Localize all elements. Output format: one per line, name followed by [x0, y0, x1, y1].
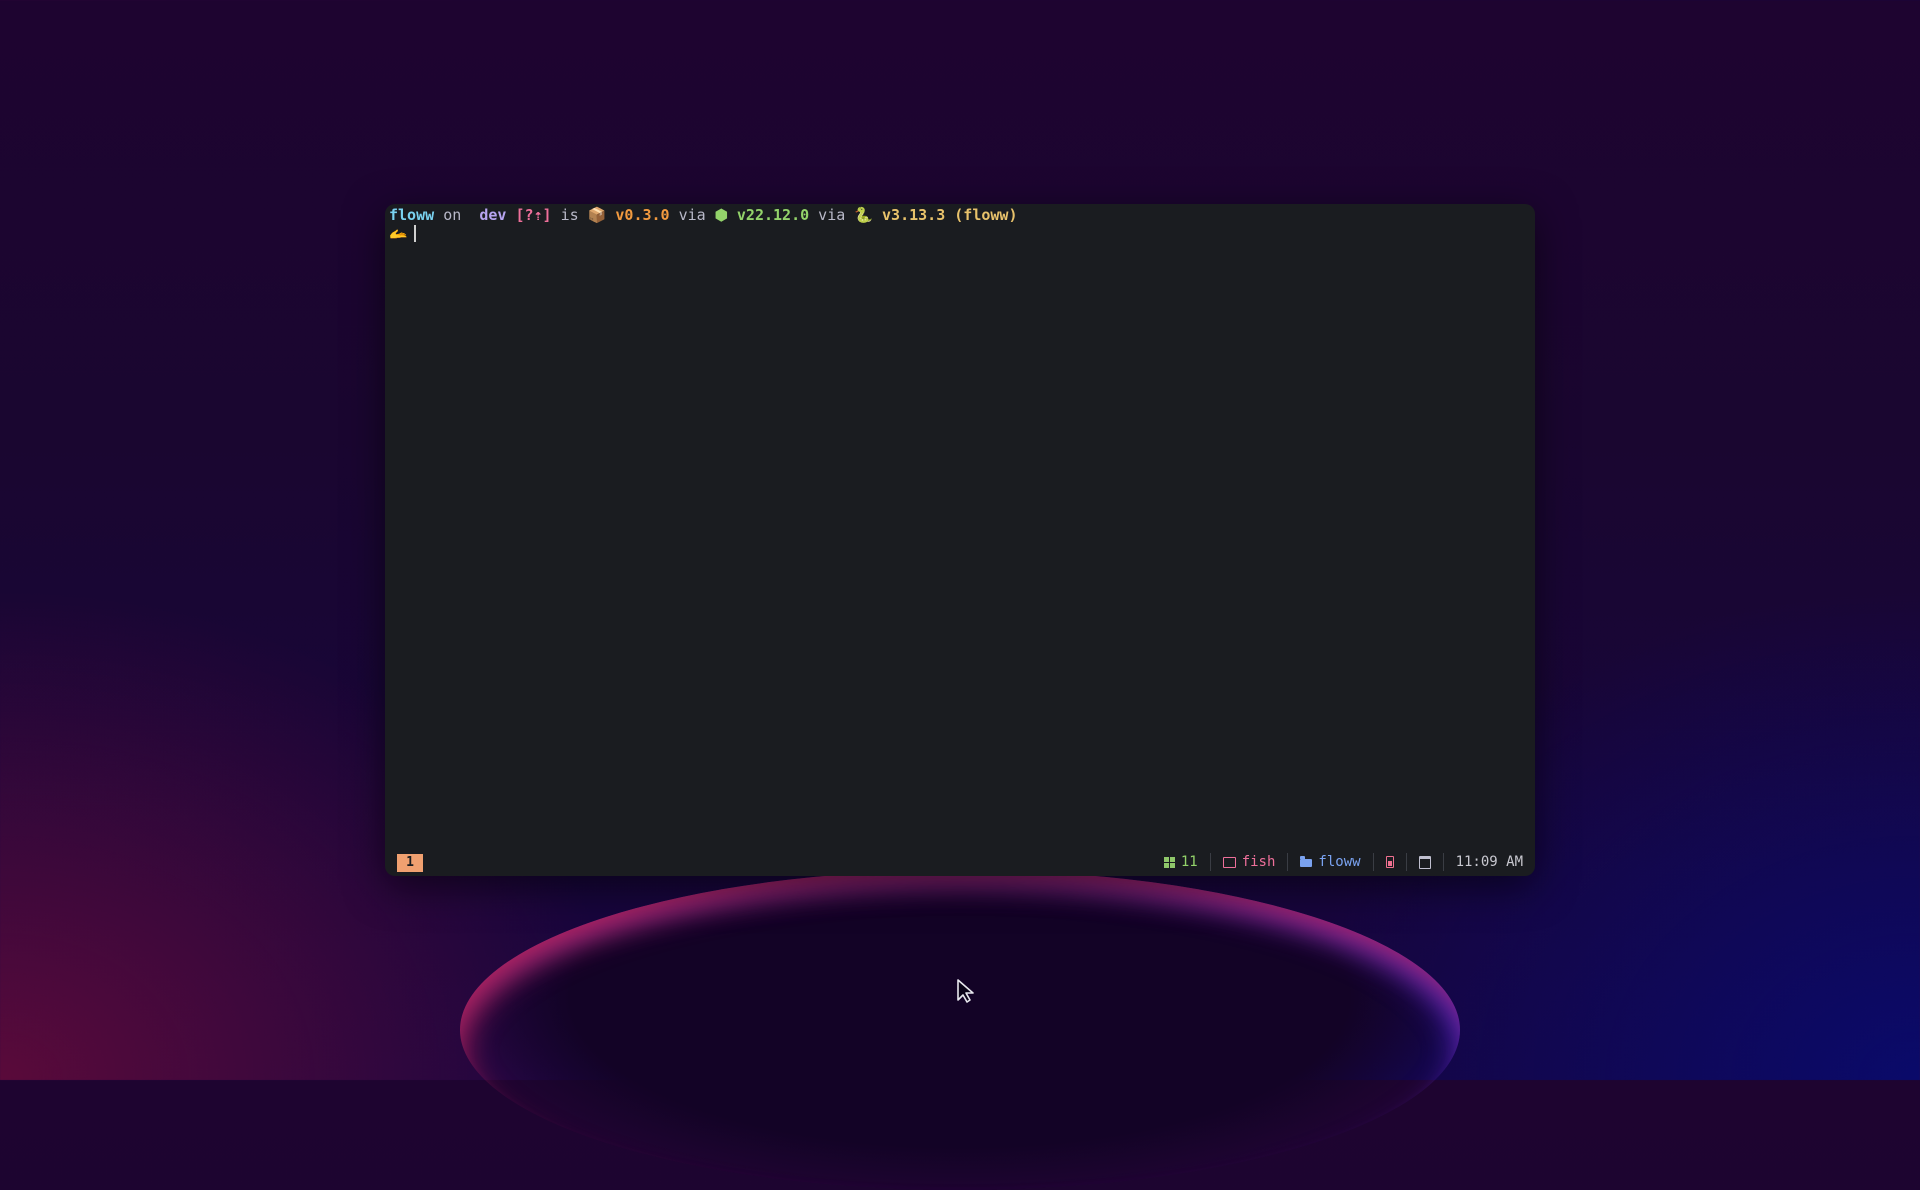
- directory-segment: floww: [1287, 853, 1372, 871]
- mouse-cursor-icon: [957, 979, 974, 1003]
- prompt-on: on: [443, 206, 462, 224]
- node-version: v22.12.0: [736, 206, 810, 224]
- prompt-directory: floww: [389, 206, 435, 224]
- clock-time: 11:09 AM: [1455, 854, 1523, 870]
- calendar-icon: [1418, 855, 1431, 869]
- python-version: v3.13.3 (floww): [882, 206, 1018, 224]
- node-icon: ⬢: [714, 206, 728, 224]
- terminal-icon: [1222, 856, 1236, 868]
- grid-icon: [1163, 856, 1175, 868]
- package-version: v0.3.0: [615, 206, 670, 224]
- time-segment: 11:09 AM: [1442, 853, 1523, 871]
- folder-icon: [1300, 856, 1313, 867]
- windows-count: 11: [1180, 854, 1198, 870]
- windows-segment: 11: [1152, 853, 1210, 871]
- prompt-line: floww on dev [?⇡] is 📦 v0.3.0 via ⬢ v22.…: [389, 206, 1017, 224]
- git-branch: dev: [479, 206, 507, 224]
- tmux-statusbar: 1 11 fish floww 11:09 AM: [385, 848, 1535, 876]
- prompt-via: via: [818, 206, 846, 224]
- shell-name: fish: [1241, 854, 1276, 870]
- directory-name: floww: [1318, 854, 1361, 870]
- battery-segment: [1372, 853, 1406, 871]
- package-icon: 📦: [587, 206, 607, 224]
- git-status: [?⇡]: [515, 206, 552, 224]
- prompt-via: via: [678, 206, 706, 224]
- wallpaper-sphere: [460, 870, 1460, 1190]
- status-right: 11 fish floww 11:09 AM: [1152, 853, 1523, 871]
- shell-segment: fish: [1209, 853, 1288, 871]
- prompt-is: is: [560, 206, 579, 224]
- text-cursor: [413, 225, 416, 242]
- window-tab[interactable]: 1: [397, 854, 423, 872]
- input-line[interactable]: 🫴: [389, 225, 416, 243]
- python-icon: 🐍: [854, 206, 873, 224]
- terminal-window[interactable]: floww on dev [?⇡] is 📦 v0.3.0 via ⬢ v22.…: [385, 204, 1535, 876]
- prompt-symbol: 🫴: [389, 225, 408, 243]
- calendar-segment: [1405, 853, 1443, 871]
- battery-icon: [1385, 856, 1394, 868]
